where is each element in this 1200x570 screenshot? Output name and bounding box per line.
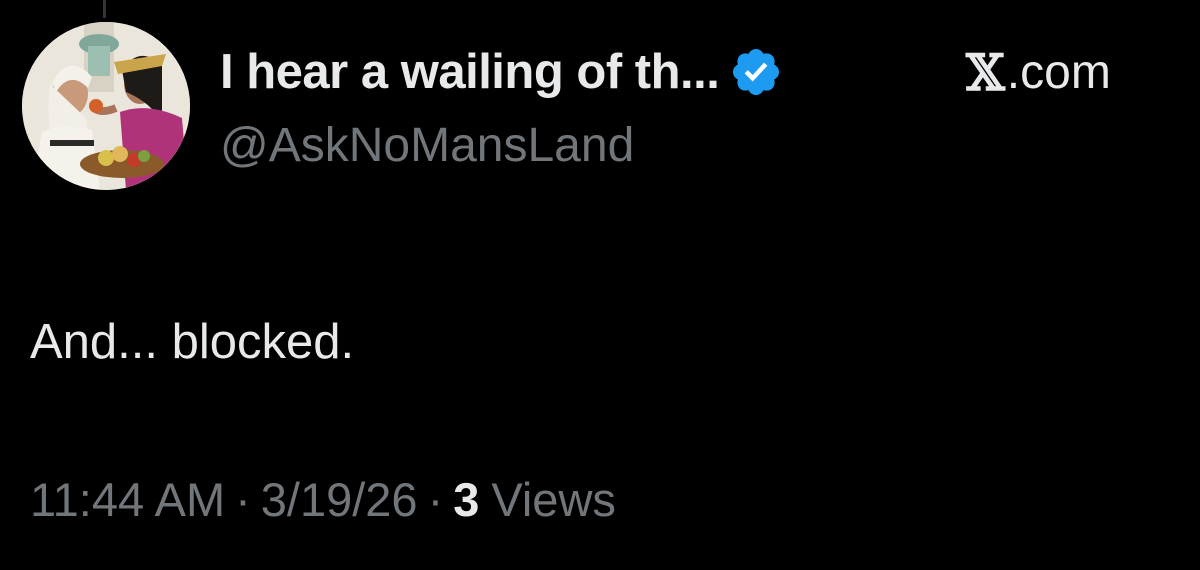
views-label[interactable]: Views [491, 472, 616, 527]
tweet-card[interactable]: I hear a wailing of th... 𝕏 .com @AskNoM… [0, 0, 1200, 570]
avatar-photo-icon [22, 22, 190, 190]
site-watermark: 𝕏 .com [966, 42, 1111, 102]
x-logo-icon: 𝕏 [966, 42, 1005, 102]
meta-separator: · [427, 473, 444, 526]
author-display-name[interactable]: I hear a wailing of th... [220, 44, 720, 100]
meta-separator: · [235, 473, 251, 526]
thread-connector-line [103, 0, 106, 18]
author-handle[interactable]: @AskNoMansLand [220, 118, 634, 173]
tweet-time[interactable]: 11:44 AM [30, 472, 225, 527]
tweet-meta: 11:44 AM · 3/19/26 · 3 Views [30, 472, 616, 527]
avatar[interactable] [22, 22, 190, 190]
site-label-text: .com [1006, 45, 1111, 99]
tweet-date[interactable]: 3/19/26 [261, 472, 418, 527]
verified-badge-icon[interactable] [729, 45, 783, 99]
author-name-row[interactable]: I hear a wailing of th... [220, 42, 783, 102]
views-count[interactable]: 3 [453, 472, 479, 527]
tweet-text: And... blocked. [30, 315, 355, 369]
